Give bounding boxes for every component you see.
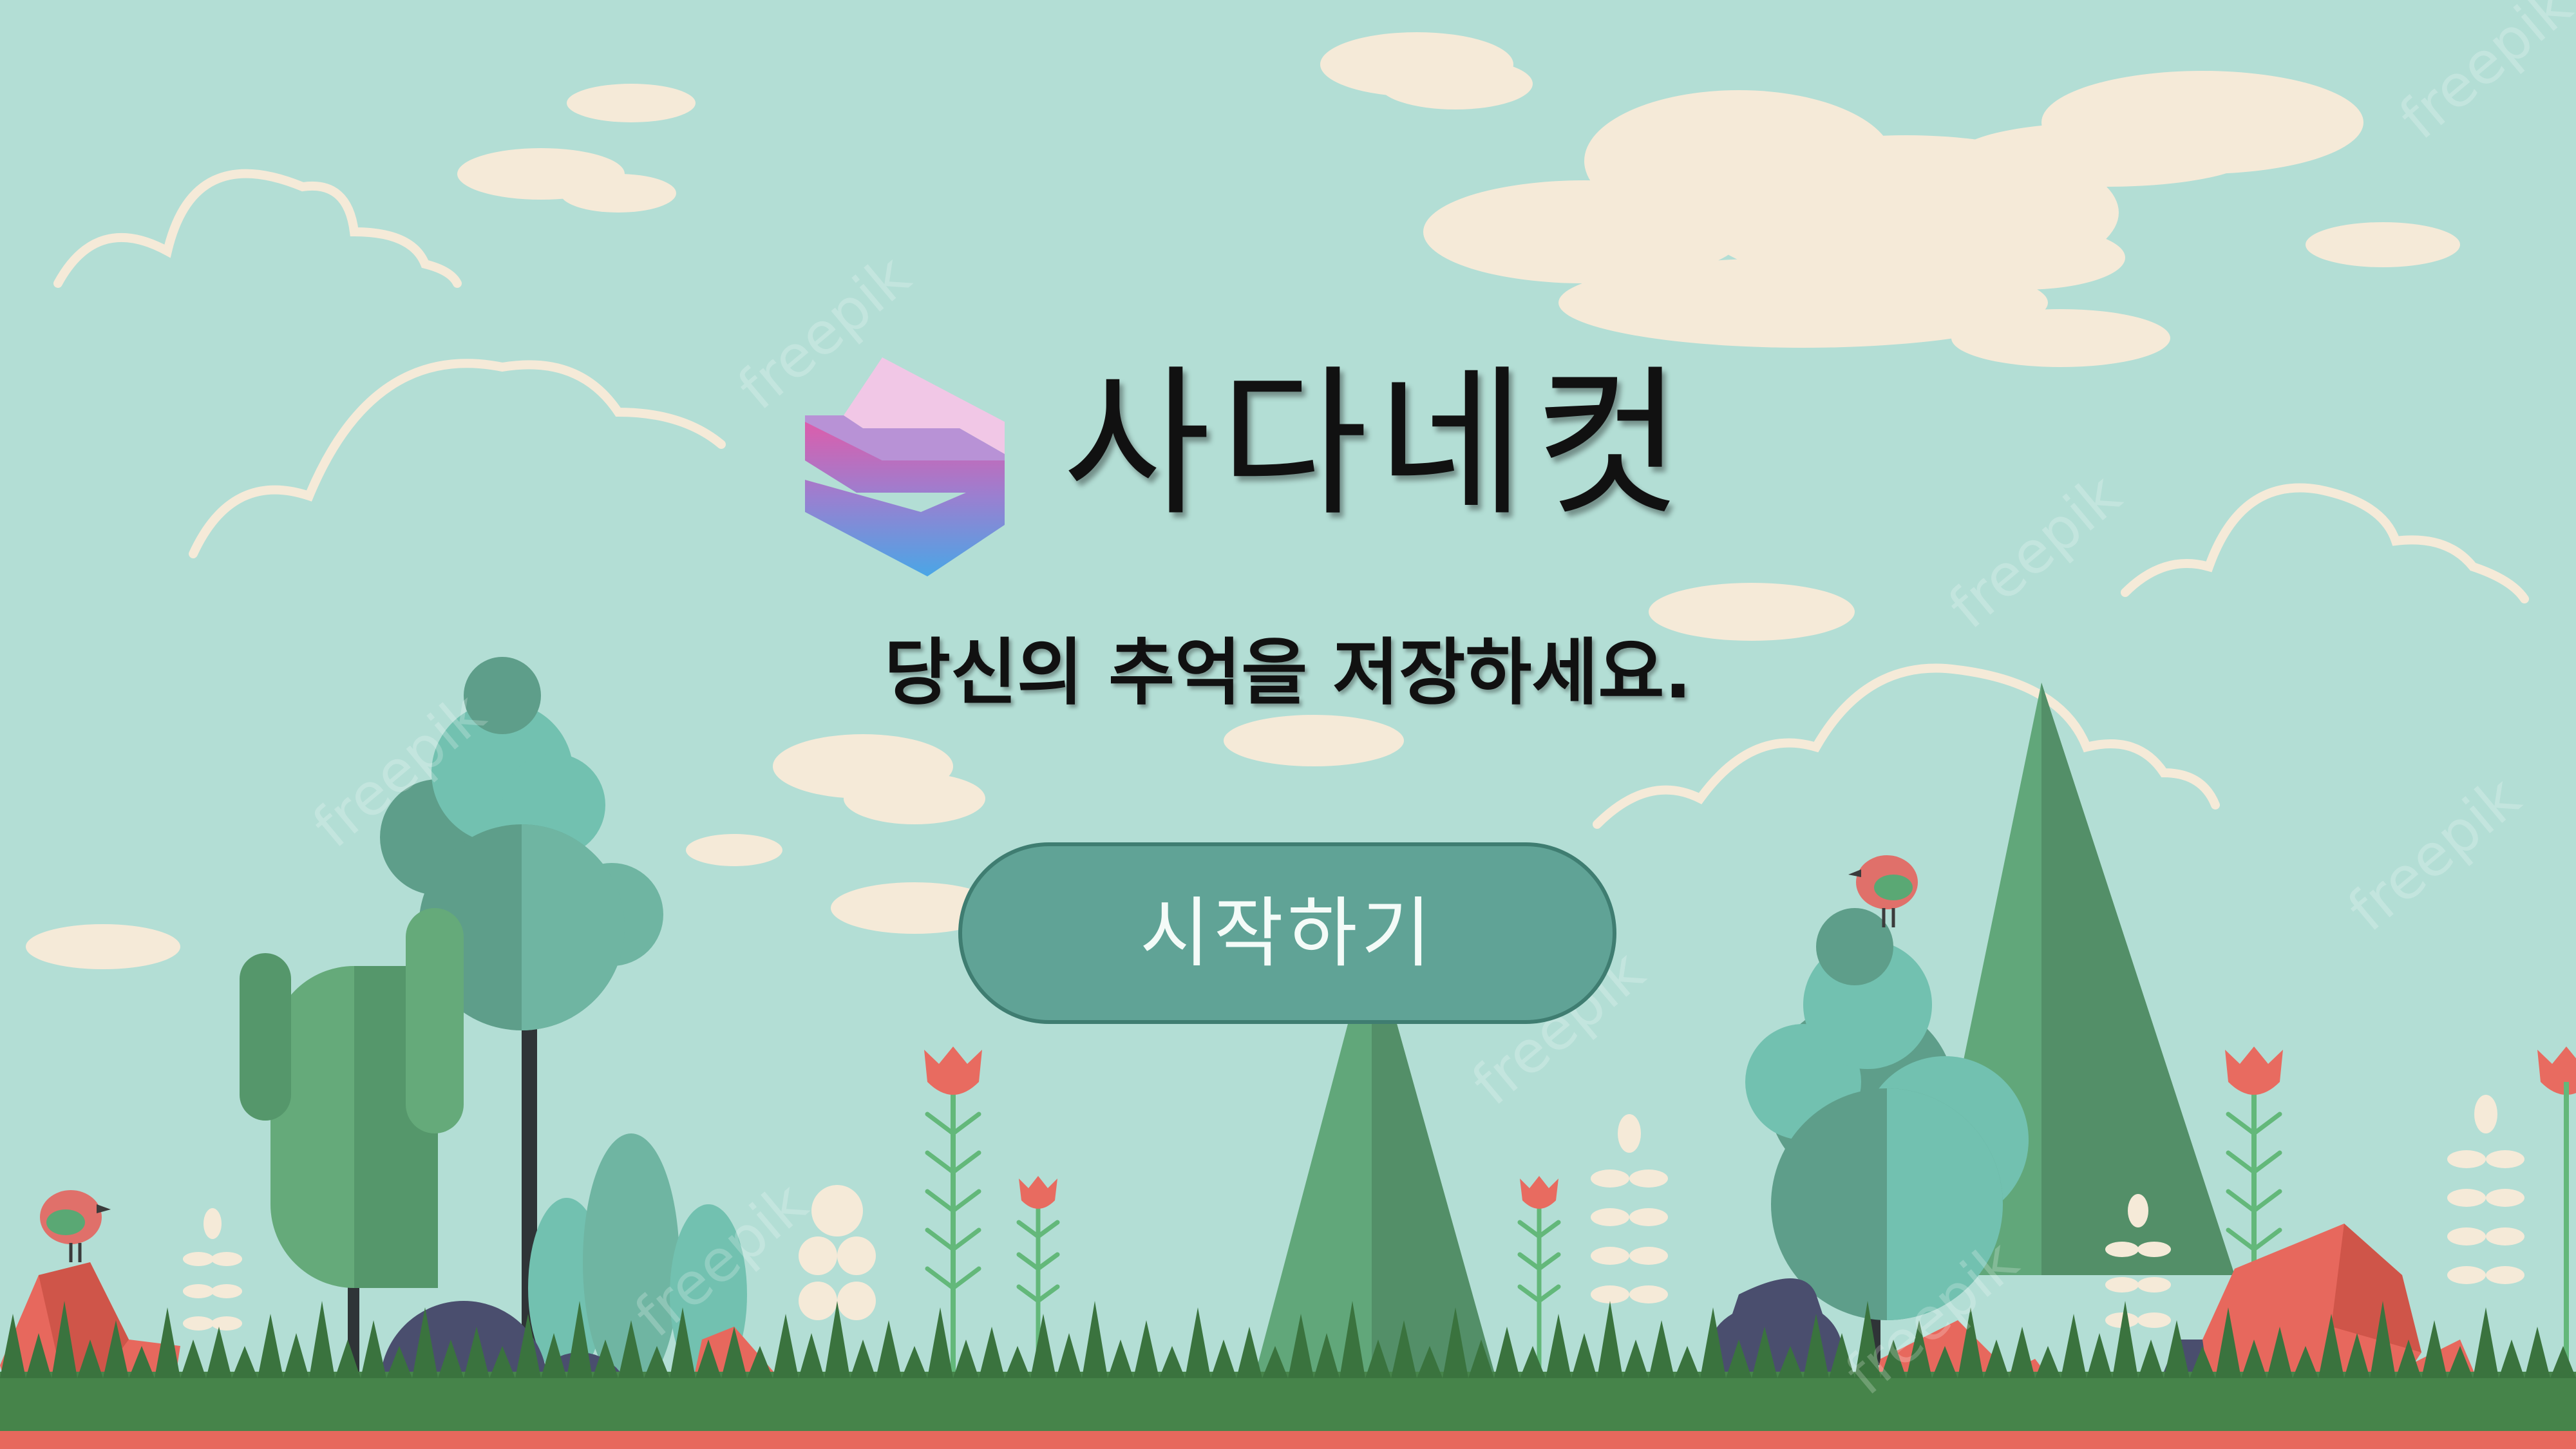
cloud xyxy=(2306,222,2460,267)
cloud xyxy=(686,834,782,866)
tagline: 당신의 추억을 저장하세요. xyxy=(884,631,1692,715)
cloud xyxy=(567,84,696,122)
cloud xyxy=(26,924,180,969)
brand-header: 사다네컷 xyxy=(805,348,1745,576)
cloud xyxy=(844,773,985,824)
ground-stripe xyxy=(0,1431,2576,1449)
start-screen: freepik freepik freepik freepik freepik … xyxy=(0,0,2576,1449)
s-logo-icon xyxy=(805,357,1005,576)
cloud xyxy=(560,174,676,213)
start-button[interactable]: 시작하기 xyxy=(958,842,1616,1024)
cloud xyxy=(1378,58,1533,109)
app-title: 사다네컷 xyxy=(1063,350,1691,538)
cloud xyxy=(1951,309,2170,367)
cloud xyxy=(1224,715,1404,766)
forest-background: freepik freepik freepik freepik freepik … xyxy=(0,0,2576,1449)
